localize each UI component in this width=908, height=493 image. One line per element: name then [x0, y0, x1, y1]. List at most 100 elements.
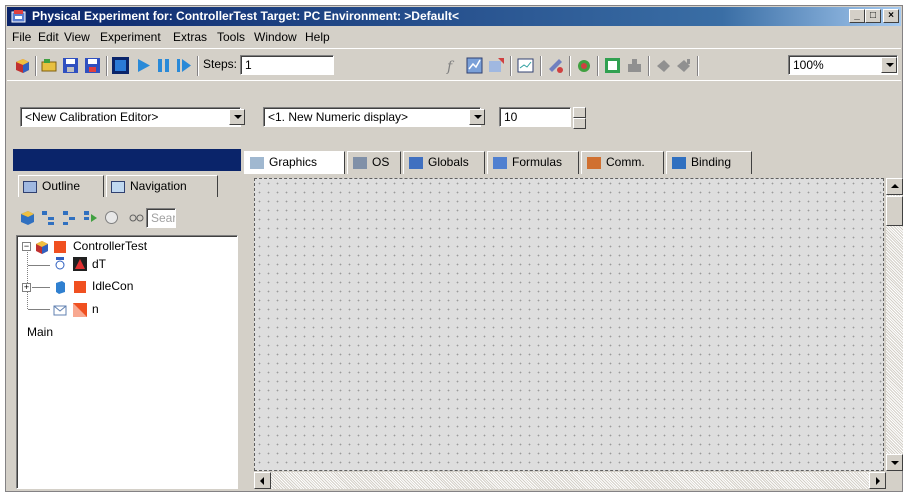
- orange-block-icon: [54, 241, 66, 253]
- tab-globals[interactable]: Globals: [403, 151, 485, 174]
- graph-icon[interactable]: [466, 57, 483, 74]
- tree-node-idlecon[interactable]: IdleCon: [92, 279, 133, 293]
- formula-icon[interactable]: f: [444, 57, 461, 74]
- tree-node-n[interactable]: n: [92, 302, 99, 316]
- scroll-right-button[interactable]: [869, 472, 886, 489]
- step-icon[interactable]: [175, 57, 192, 74]
- tab-outline[interactable]: Outline: [18, 175, 104, 197]
- spin-up-button[interactable]: [573, 107, 586, 118]
- menu-extras[interactable]: Extras: [173, 30, 207, 44]
- process-icon: [56, 281, 65, 294]
- message-envelope-icon: [53, 305, 67, 316]
- chevron-right-icon: [876, 477, 880, 485]
- chart-icon[interactable]: [517, 57, 534, 74]
- tab-navigation-label: Navigation: [130, 179, 187, 193]
- spin-down-button[interactable]: [573, 118, 586, 129]
- panel-title-bar: [13, 149, 241, 171]
- tree-node-dt[interactable]: dT: [92, 257, 106, 271]
- tab-comm[interactable]: Comm.: [581, 151, 664, 174]
- tree-collapse-toggle[interactable]: −: [22, 242, 31, 251]
- tab-navigation[interactable]: Navigation: [106, 175, 218, 197]
- play-icon[interactable]: [135, 57, 152, 74]
- scroll-up-button[interactable]: [886, 178, 903, 195]
- connect-icon[interactable]: [547, 57, 564, 74]
- menu-experiment[interactable]: Experiment: [100, 30, 161, 44]
- toolbar-separator: [197, 56, 199, 76]
- title-bar[interactable]: Physical Experiment for: ControllerTest …: [7, 7, 901, 26]
- chevron-down-icon[interactable]: [881, 57, 897, 73]
- download-icon[interactable]: [576, 57, 593, 74]
- maximize-button[interactable]: □: [865, 9, 881, 23]
- application-window: Physical Experiment for: ControllerTest …: [5, 5, 903, 492]
- disconnect-icon[interactable]: [655, 57, 672, 74]
- comm-icon: [587, 156, 601, 169]
- svg-text:f: f: [446, 59, 455, 74]
- add-module-icon[interactable]: [19, 209, 36, 226]
- pause-icon[interactable]: [155, 57, 172, 74]
- chevron-down-icon[interactable]: [469, 109, 485, 125]
- graphics-canvas[interactable]: [254, 178, 884, 471]
- tab-binding[interactable]: Binding: [666, 151, 752, 174]
- variables-icon[interactable]: [82, 209, 99, 226]
- vertical-scrollbar[interactable]: [886, 178, 903, 471]
- chevron-left-icon: [260, 477, 264, 485]
- globals-icon: [409, 156, 423, 169]
- graphics-icon: [250, 156, 264, 169]
- chevron-down-icon[interactable]: [229, 109, 245, 125]
- formulas-icon: [493, 156, 507, 169]
- value-spin-input[interactable]: 10: [499, 107, 571, 127]
- menu-file[interactable]: File: [12, 30, 31, 44]
- binoculars-icon[interactable]: [128, 209, 145, 226]
- tab-formulas[interactable]: Formulas: [487, 151, 579, 174]
- window-title: Physical Experiment for: ControllerTest …: [32, 9, 459, 23]
- tree-expand-toggle[interactable]: +: [22, 283, 31, 292]
- open-folder-icon[interactable]: [41, 57, 58, 74]
- toolbar-separator: [597, 56, 599, 76]
- save-icon[interactable]: [62, 57, 79, 74]
- scroll-down-button[interactable]: [886, 454, 903, 471]
- calibration-editor-select[interactable]: <New Calibration Editor>: [20, 107, 241, 127]
- toolbar-separator: [697, 56, 699, 76]
- connect-target-icon[interactable]: [675, 57, 692, 74]
- stop-icon[interactable]: [112, 57, 129, 74]
- steps-input[interactable]: 1: [240, 55, 334, 75]
- scroll-thumb[interactable]: [886, 196, 903, 226]
- horizontal-scrollbar[interactable]: [254, 472, 886, 489]
- target-icon[interactable]: [626, 57, 643, 74]
- menu-help[interactable]: Help: [305, 30, 330, 44]
- export-icon[interactable]: [604, 57, 621, 74]
- toolbar-separator: [35, 56, 37, 76]
- wizard-icon[interactable]: [488, 57, 505, 74]
- navigation-icon: [111, 180, 125, 193]
- tree-search-input[interactable]: Sear: [146, 208, 176, 228]
- tab-formulas-label: Formulas: [512, 155, 563, 169]
- menu-window[interactable]: Window: [254, 30, 297, 44]
- close-button[interactable]: ×: [883, 9, 899, 23]
- tree-node-controllertest[interactable]: ControllerTest: [73, 239, 147, 253]
- outline-panel: Outline Navigation Sear − ControllerTest…: [13, 143, 241, 491]
- tab-comm-label: Comm.: [606, 155, 645, 169]
- os-icon: [353, 156, 367, 169]
- scroll-left-button[interactable]: [254, 472, 271, 489]
- toolbar-separator: [569, 56, 571, 76]
- tab-os[interactable]: OS: [347, 151, 401, 174]
- module-cube-icon: [36, 241, 48, 254]
- menu-view[interactable]: View: [64, 30, 90, 44]
- cube-icon[interactable]: [14, 57, 31, 74]
- numeric-display-select[interactable]: <1. New Numeric display>: [263, 107, 481, 127]
- menu-tools[interactable]: Tools: [217, 30, 245, 44]
- tree-node-main[interactable]: Main: [27, 325, 53, 339]
- menu-edit[interactable]: Edit: [38, 30, 59, 44]
- save-all-icon[interactable]: [84, 57, 101, 74]
- minimize-button[interactable]: _: [849, 9, 865, 23]
- toolbar-separator: [106, 56, 108, 76]
- variable-icon: [73, 303, 87, 317]
- main-toolbar: Steps: 1 f 100%: [7, 48, 901, 78]
- tree-connector: [27, 252, 28, 309]
- tree-connector: [28, 265, 50, 266]
- tab-graphics[interactable]: Graphics: [244, 151, 345, 174]
- expand-tree-icon[interactable]: [40, 209, 57, 226]
- circle-icon[interactable]: [103, 209, 120, 226]
- collapse-tree-icon[interactable]: [61, 209, 78, 226]
- steps-label: Steps:: [203, 57, 238, 71]
